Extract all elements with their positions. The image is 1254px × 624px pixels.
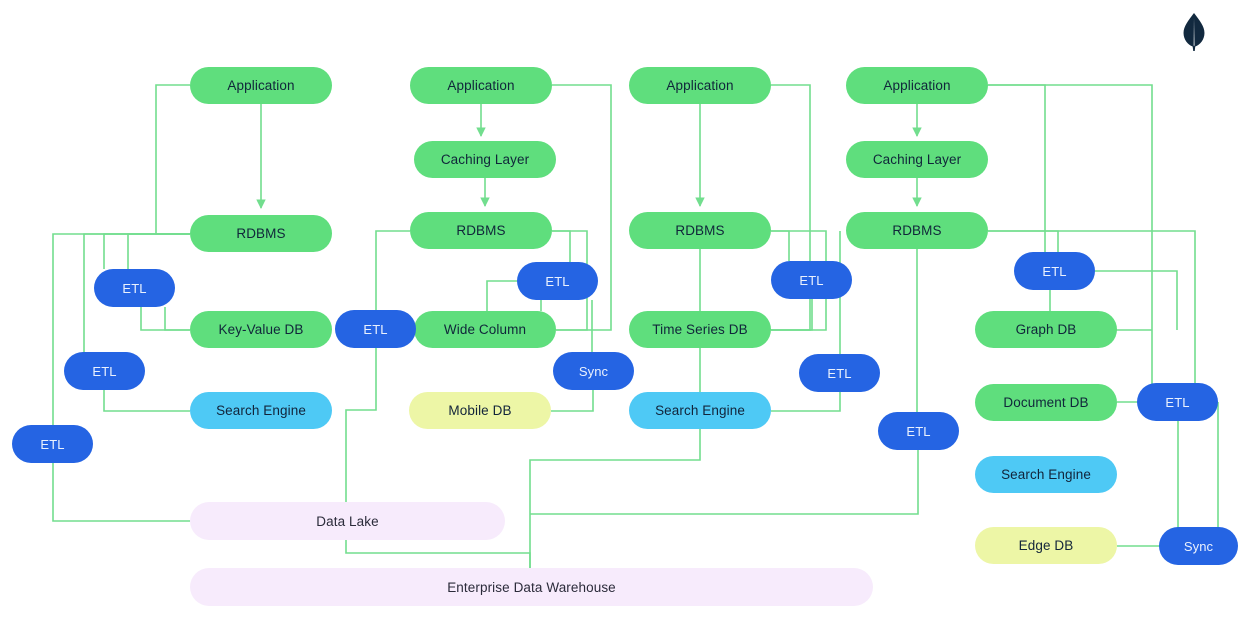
wire-c3-etlA-ts xyxy=(771,299,813,331)
node-c4-rdbms[interactable]: RDBMS xyxy=(846,212,988,249)
node-c2-sync[interactable]: Sync xyxy=(553,352,634,390)
node-c2-etlB[interactable]: ETL xyxy=(335,310,416,348)
wire-c2-lake-edw xyxy=(345,540,531,568)
node-c1-etl2[interactable]: ETL xyxy=(64,352,145,390)
node-c4-etlB[interactable]: ETL xyxy=(1137,383,1218,421)
node-c4-etlA[interactable]: ETL xyxy=(1014,252,1095,290)
node-c1-rdbms[interactable]: RDBMS xyxy=(190,215,332,252)
node-c2-wc[interactable]: Wide Column xyxy=(414,311,556,348)
wire-c2-rdbms-etlB xyxy=(375,230,410,310)
node-c2-etlA[interactable]: ETL xyxy=(517,262,598,300)
mongodb-leaf-icon xyxy=(1183,12,1205,52)
node-c3-se[interactable]: Search Engine xyxy=(629,392,771,429)
wire-c1-etl3-lake xyxy=(52,463,190,522)
node-c4-sync[interactable]: Sync xyxy=(1159,527,1238,565)
node-c1-kv[interactable]: Key-Value DB xyxy=(190,311,332,348)
node-c1-se[interactable]: Search Engine xyxy=(190,392,332,429)
node-c3-rdbms[interactable]: RDBMS xyxy=(629,212,771,249)
wire-c2-etlB-lake xyxy=(345,348,377,502)
node-c3-ts[interactable]: Time Series DB xyxy=(629,311,771,348)
wire-c2-sync-mobile xyxy=(551,390,594,412)
node-c4-se[interactable]: Search Engine xyxy=(975,456,1117,493)
node-c3-etlA[interactable]: ETL xyxy=(771,261,852,299)
wire-c1-etl1-kv-a xyxy=(164,307,190,331)
node-c3-etlB[interactable]: ETL xyxy=(799,354,880,392)
node-c2-rdbms[interactable]: RDBMS xyxy=(410,212,552,249)
node-c2-app[interactable]: Application xyxy=(410,67,552,104)
diagram-canvas: Application RDBMS Key-Value DB Search Engin… xyxy=(0,0,1254,624)
wire-c3-etlB-search xyxy=(771,392,841,412)
node-c3-etlC[interactable]: ETL xyxy=(878,412,959,450)
wire-c1-etl2-search xyxy=(103,390,190,412)
node-c4-graph[interactable]: Graph DB xyxy=(975,311,1117,348)
node-c1-etl3[interactable]: ETL xyxy=(12,425,93,463)
node-c1-app[interactable]: Application xyxy=(190,67,332,104)
node-lake[interactable]: Data Lake xyxy=(190,502,505,540)
wire-c3-search-edw xyxy=(529,429,701,568)
wire-c1-rdbms-etl3 xyxy=(52,233,190,425)
node-c2-mob[interactable]: Mobile DB xyxy=(409,392,551,429)
wire-c3-rdbms-etlA-a xyxy=(771,230,790,261)
wire-c1-etl1-kv-b xyxy=(140,307,190,331)
node-c4-doc[interactable]: Document DB xyxy=(975,384,1117,421)
node-c3-app[interactable]: Application xyxy=(629,67,771,104)
wire-c4-app-etlA xyxy=(988,84,1046,252)
wire-c1-rdbms-etl1-a xyxy=(103,233,190,269)
wire-c4-rdbms-etlA xyxy=(988,230,1059,252)
wire-c1-app-rdbms-side xyxy=(155,84,190,235)
wire-c2-etlA-wc xyxy=(486,280,517,311)
wire-c3-etlC-edw xyxy=(530,450,919,515)
wire-c4-app-etlB xyxy=(988,84,1153,403)
node-c4-app[interactable]: Application xyxy=(846,67,988,104)
node-edw[interactable]: Enterprise Data Warehouse xyxy=(190,568,873,606)
node-c1-etl1[interactable]: ETL xyxy=(94,269,175,307)
wire-c2-rdbms-etlA-a xyxy=(552,230,571,262)
wire-c1-rdbms-etl1-b xyxy=(127,233,190,269)
node-c4-edge[interactable]: Edge DB xyxy=(975,527,1117,564)
node-c2-cache[interactable]: Caching Layer xyxy=(414,141,556,178)
node-c4-cache[interactable]: Caching Layer xyxy=(846,141,988,178)
